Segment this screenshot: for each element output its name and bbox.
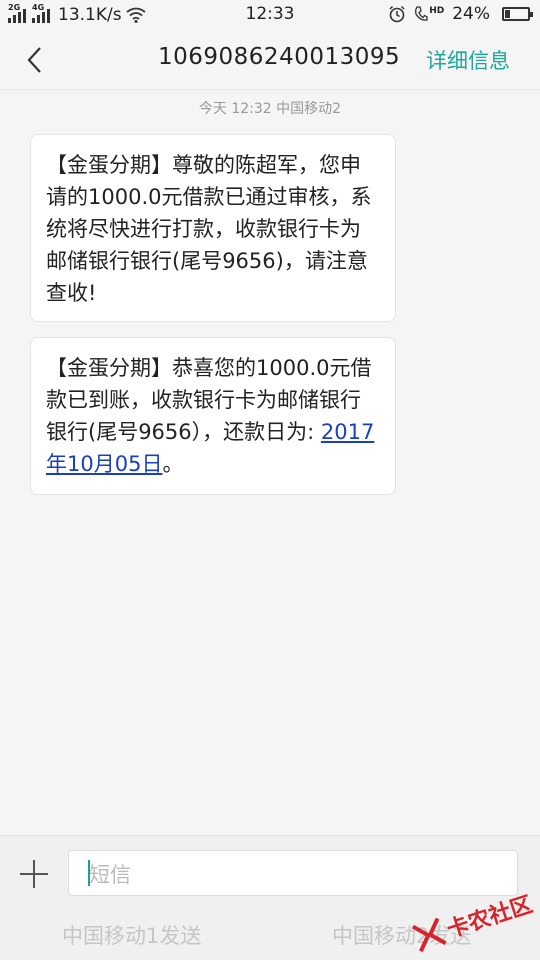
volte-hd-icon: HD xyxy=(414,6,444,22)
battery-percent: 24% xyxy=(452,4,490,24)
alarm-icon xyxy=(389,5,405,23)
status-right: HD 24% xyxy=(388,4,533,24)
back-arrow-icon[interactable] xyxy=(22,44,52,76)
message-bubble[interactable]: 【金蛋分期】尊敬的陈超军，您申请的1000.0元借款已通过审核，系统将尽快进行打… xyxy=(30,134,396,322)
sms-input[interactable]: 短信 xyxy=(68,850,518,896)
phone-icon xyxy=(415,6,428,21)
message-text-tail: 。 xyxy=(162,452,184,476)
hd-tag: HD xyxy=(429,6,445,16)
text-cursor xyxy=(88,860,90,886)
message-text: 【金蛋分期】尊敬的陈超军，您申请的1000.0元借款已通过审核，系统将尽快进行打… xyxy=(46,153,372,305)
message-bubble[interactable]: 【金蛋分期】恭喜您的1000.0元借款已到账，收款银行卡为邮储银行银行(尾号96… xyxy=(30,337,396,495)
conversation-header: 1069086240013095 详细信息 xyxy=(0,30,540,90)
details-button[interactable]: 详细信息 xyxy=(426,45,510,75)
sms-conversation-screen: 2G 4G 13.1K/s 12:33 HD 24% 1069086240013… xyxy=(0,0,540,960)
send-sim1-button[interactable]: 中国移动1发送 xyxy=(62,920,201,950)
status-bar: 2G 4G 13.1K/s 12:33 HD 24% xyxy=(0,0,540,30)
contact-number: 1069086240013095 xyxy=(158,44,401,70)
battery-icon xyxy=(502,7,533,21)
add-attachment-icon[interactable] xyxy=(18,858,50,890)
message-timestamp: 今天 12:32 中国移动2 xyxy=(198,101,342,117)
